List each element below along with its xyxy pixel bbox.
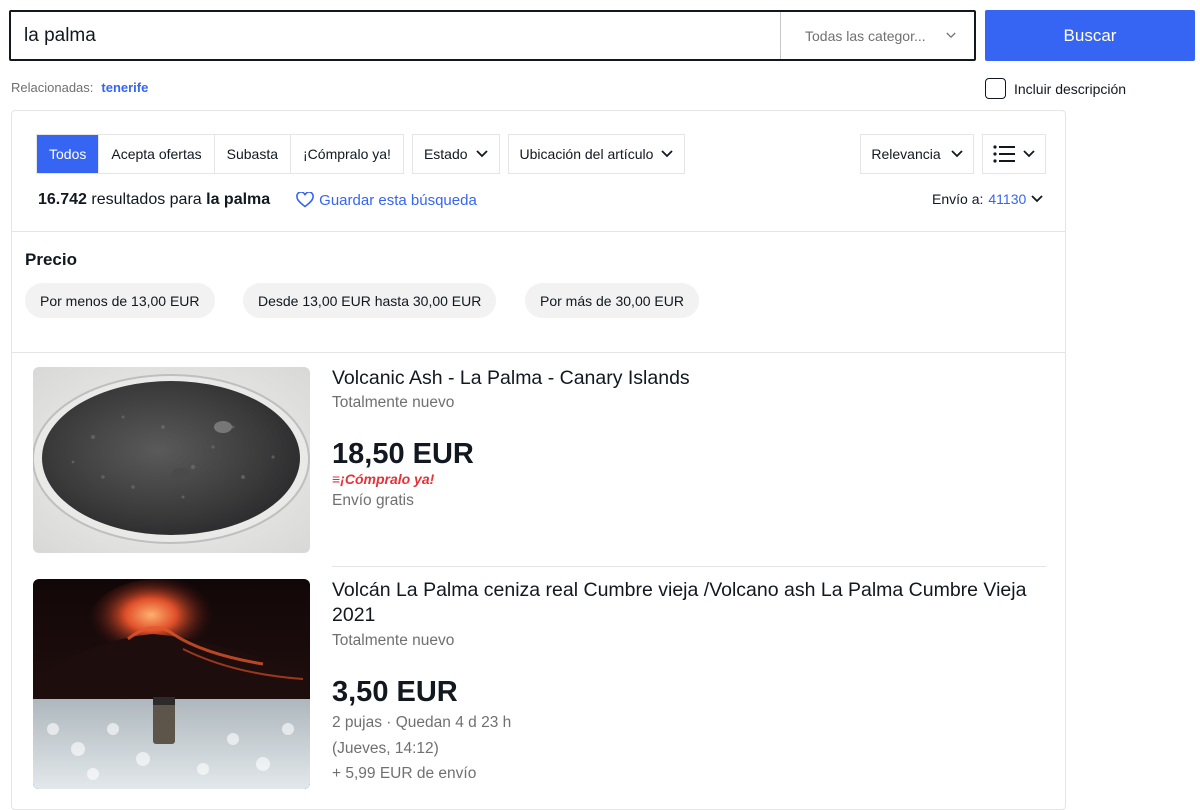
sort-dropdown[interactable]: Relevancia: [860, 134, 974, 174]
result-count: 16.742 resultados para la palma Guardar …: [38, 191, 477, 209]
chevron-down-icon: [475, 150, 488, 158]
buy-it-now-label: ¡Cómpralo ya!: [340, 471, 435, 487]
chevron-down-icon: [950, 150, 963, 158]
related-link-tenerife[interactable]: tenerife: [101, 80, 148, 95]
ubicacion-dropdown[interactable]: Ubicación del artículo: [507, 134, 686, 174]
related-searches: Relacionadas: tenerife: [11, 80, 148, 95]
item-bids: 2 pujas · Quedan 4 d 23 h: [332, 714, 512, 731]
tab-compralo-ya[interactable]: ¡Cómpralo ya!: [291, 135, 403, 173]
view-toggle[interactable]: [982, 134, 1046, 174]
search-input[interactable]: [11, 12, 780, 59]
category-select[interactable]: Todas las categor...: [780, 12, 974, 59]
item-image[interactable]: [33, 367, 310, 553]
price-filter-title: Precio: [25, 250, 77, 269]
estado-dropdown[interactable]: Estado: [411, 134, 500, 174]
chevron-down-icon: [661, 150, 674, 158]
ubicacion-label: Ubicación del artículo: [519, 146, 654, 162]
divider: [12, 352, 1065, 353]
buying-format-tabs: Todos Acepta ofertas Subasta ¡Cómpralo y…: [36, 134, 404, 174]
related-label: Relacionadas:: [11, 80, 94, 95]
price-chip-between[interactable]: Desde 13,00 EUR hasta 30,00 EUR: [243, 283, 497, 318]
item-condition: Totalmente nuevo: [332, 394, 455, 411]
item-condition: Totalmente nuevo: [332, 632, 455, 649]
item-shipping: Envío gratis: [332, 492, 414, 509]
divider: [12, 231, 1065, 232]
tab-todos[interactable]: Todos: [37, 135, 100, 173]
result-count-query: la palma: [206, 191, 271, 208]
price-chip-under[interactable]: Por menos de 13,00 EUR: [25, 283, 215, 318]
filter-row: Todos Acepta ofertas Subasta ¡Cómpralo y…: [36, 134, 686, 174]
buy-it-now-badge: ≡¡Cómpralo ya!: [332, 471, 434, 487]
result-count-text: resultados para: [91, 191, 202, 208]
item-shipping: + 5,99 EUR de envío: [332, 765, 477, 782]
item-price: 18,50 EUR: [332, 438, 474, 470]
item-image[interactable]: [33, 579, 310, 789]
item-title[interactable]: Volcán La Palma ceniza real Cumbre vieja…: [332, 578, 1042, 628]
include-description-checkbox[interactable]: [985, 78, 1006, 99]
volcano-ash-photo: [33, 579, 310, 789]
ship-to[interactable]: Envío a: 41130: [932, 191, 1043, 207]
tab-acepta-ofertas[interactable]: Acepta ofertas: [99, 135, 215, 173]
tab-subasta[interactable]: Subasta: [214, 135, 292, 173]
result-count-number: 16.742: [38, 191, 87, 208]
volcanic-ash-photo: [33, 367, 310, 553]
search-button[interactable]: Buscar: [985, 10, 1195, 61]
results-panel: Todos Acepta ofertas Subasta ¡Cómpralo y…: [11, 110, 1066, 810]
heart-icon: [296, 192, 315, 208]
save-search-link[interactable]: Guardar esta búsqueda: [296, 192, 477, 209]
include-description[interactable]: Incluir descripción: [985, 78, 1126, 99]
item-title[interactable]: Volcanic Ash - La Palma - Canary Islands: [332, 366, 1042, 391]
list-view-icon: [993, 145, 1015, 163]
chevron-down-icon: [946, 32, 956, 39]
include-description-label: Incluir descripción: [1014, 80, 1127, 97]
bin-icon: ≡: [332, 471, 341, 487]
save-search-label: Guardar esta búsqueda: [319, 191, 477, 209]
item-price: 3,50 EUR: [332, 676, 458, 708]
ship-to-zip: 41130: [988, 191, 1027, 207]
chevron-down-icon: [1031, 195, 1043, 203]
item-end-time: (Jueves, 14:12): [332, 740, 439, 757]
search-box: Todas las categor...: [9, 10, 976, 61]
price-chip-over[interactable]: Por más de 30,00 EUR: [525, 283, 699, 318]
item-separator: [332, 566, 1046, 567]
category-select-label: Todas las categor...: [805, 27, 926, 44]
chevron-down-icon: [1023, 150, 1035, 158]
sort-label: Relevancia: [871, 146, 941, 162]
ship-to-label: Envío a:: [932, 191, 984, 207]
estado-label: Estado: [423, 146, 468, 162]
